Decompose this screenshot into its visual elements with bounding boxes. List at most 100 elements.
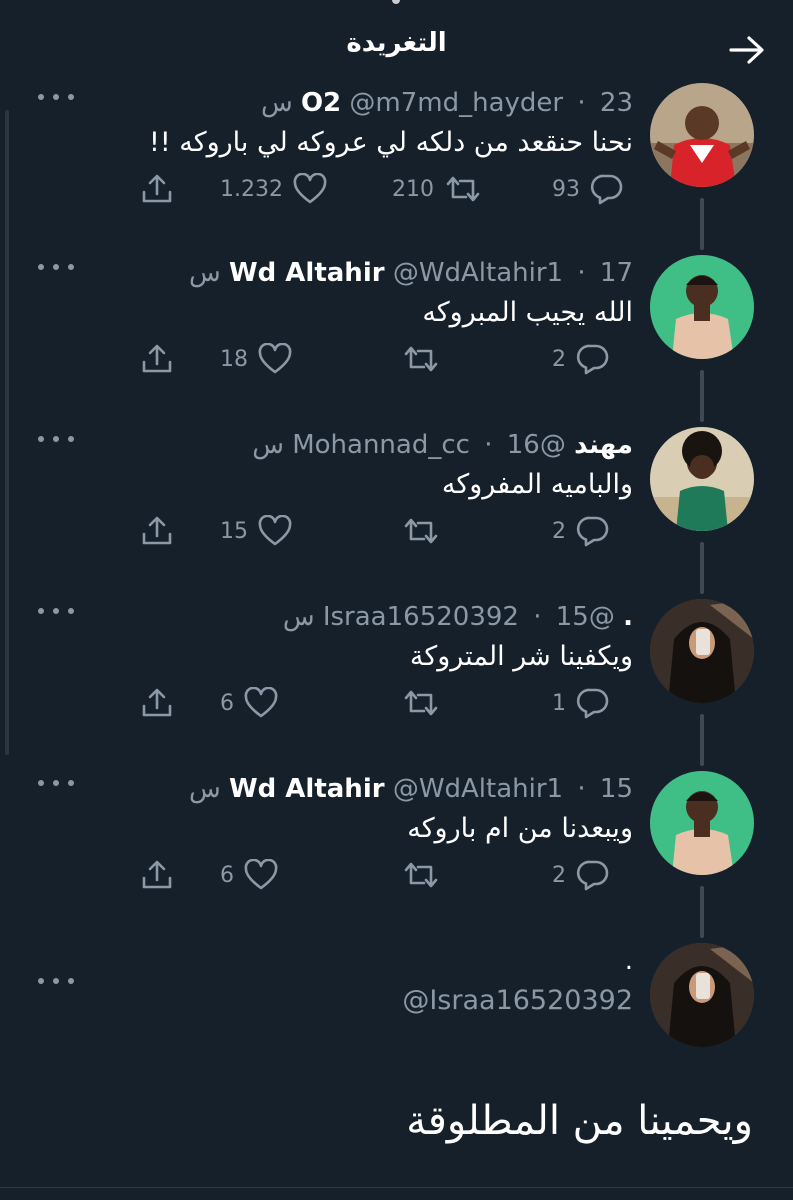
- avatar[interactable]: [650, 83, 754, 187]
- reply-count: 2: [552, 346, 566, 372]
- heart-icon: [293, 173, 327, 204]
- more-options-button[interactable]: [38, 431, 74, 447]
- more-options-button[interactable]: [38, 775, 74, 791]
- retweet-icon: [446, 176, 480, 202]
- share-icon: [142, 860, 172, 889]
- tweet-meta: مهند @Mohannad_cc · 16 س: [252, 427, 633, 463]
- action-bar: 2 6: [140, 855, 640, 895]
- reply-button[interactable]: 2: [552, 339, 610, 379]
- heart-icon: [244, 859, 278, 890]
- like-button[interactable]: 6: [220, 855, 278, 895]
- separator-dot: ·: [577, 258, 586, 288]
- more-options-button[interactable]: [38, 973, 74, 989]
- main-tweet[interactable]: . @Israa16520392: [0, 943, 793, 1115]
- reply-icon: [576, 344, 609, 375]
- tweet-meta: Wd Altahir @WdAltahir1 · 17 س: [189, 255, 633, 291]
- main-tweet-text: ويحمينا من المطلوقة: [406, 1098, 753, 1144]
- more-options-button[interactable]: [38, 89, 74, 105]
- retweet-icon: [404, 518, 438, 544]
- like-button[interactable]: 1.232: [220, 169, 327, 209]
- tweet-text: الله يجيب المبروكه: [422, 297, 633, 328]
- tweet-text: ويكفينا شر المتروكة: [409, 641, 633, 672]
- dot-icon: [38, 264, 44, 270]
- dot-icon: [53, 978, 59, 984]
- reply-tweet[interactable]: O2 @m7md_hayder · 23 س نحنا حنقعد من دلك…: [0, 83, 793, 257]
- retweet-button[interactable]: [392, 855, 440, 895]
- tweet-text: والباميه المفروكه: [441, 469, 633, 500]
- display-name[interactable]: Wd Altahir: [229, 774, 385, 804]
- handle[interactable]: @m7md_hayder: [349, 88, 563, 118]
- tweet-text: ويبعدنا من ام باروكه: [407, 813, 633, 844]
- retweet-button[interactable]: [392, 511, 440, 551]
- separator-dot: ·: [577, 88, 586, 118]
- handle[interactable]: @WdAltahir1: [393, 774, 563, 804]
- reply-tweet[interactable]: Wd Altahir @WdAltahir1 · 15 س ويبعدنا من…: [0, 771, 793, 943]
- like-count: 6: [220, 690, 234, 716]
- display-name[interactable]: .: [623, 602, 633, 632]
- like-button[interactable]: 15: [220, 511, 292, 551]
- share-icon: [142, 174, 172, 203]
- avatar[interactable]: [650, 771, 754, 875]
- reply-button[interactable]: 93: [552, 169, 624, 209]
- more-options-button[interactable]: [38, 603, 74, 619]
- display-name[interactable]: .: [625, 943, 633, 979]
- reply-count: 1: [552, 690, 566, 716]
- display-name[interactable]: مهند: [574, 430, 633, 460]
- share-button[interactable]: [140, 855, 174, 895]
- like-button[interactable]: 6: [220, 683, 278, 723]
- share-icon: [142, 344, 172, 373]
- display-name[interactable]: O2: [301, 88, 341, 118]
- avatar[interactable]: [650, 599, 754, 703]
- avatar[interactable]: [650, 943, 754, 1047]
- action-bar: 93 210 1.232: [140, 169, 640, 209]
- retweet-button[interactable]: [392, 683, 440, 723]
- back-button[interactable]: [722, 28, 772, 72]
- dot-icon: [68, 264, 74, 270]
- retweet-button[interactable]: [392, 339, 440, 379]
- reply-icon: [576, 516, 609, 547]
- tweet-meta: . @Israa16520392 · 15 س: [283, 599, 633, 635]
- retweet-button[interactable]: 210: [392, 169, 482, 209]
- reply-icon: [576, 860, 609, 891]
- dot-icon: [38, 94, 44, 100]
- dot-icon: [53, 94, 59, 100]
- like-count: 18: [220, 346, 248, 372]
- dot-icon: [53, 608, 59, 614]
- avatar[interactable]: [650, 255, 754, 359]
- reply-button[interactable]: 2: [552, 855, 610, 895]
- status-indicator: [392, 0, 400, 4]
- tweet-text: نحنا حنقعد من دلكه لي عروكه لي باروكه !!: [149, 127, 633, 158]
- separator-dot: ·: [533, 602, 542, 632]
- handle[interactable]: @WdAltahir1: [393, 258, 563, 288]
- reply-tweet[interactable]: Wd Altahir @WdAltahir1 · 17 س الله يجيب …: [0, 255, 793, 427]
- more-options-button[interactable]: [38, 259, 74, 275]
- like-button[interactable]: 18: [220, 339, 292, 379]
- handle[interactable]: @Israa16520392: [402, 983, 633, 1019]
- dot-icon: [53, 780, 59, 786]
- share-button[interactable]: [140, 511, 174, 551]
- page-title: التغريدة: [346, 28, 447, 58]
- reply-count: 93: [552, 176, 580, 202]
- tweet-meta: Wd Altahir @WdAltahir1 · 15 س: [189, 771, 633, 807]
- avatar[interactable]: [650, 427, 754, 531]
- separator-dot: ·: [484, 430, 493, 460]
- top-bar: التغريدة: [0, 0, 793, 92]
- retweet-icon: [404, 346, 438, 372]
- share-button[interactable]: [140, 683, 174, 723]
- reply-icon: [590, 174, 623, 205]
- arrow-right-icon: [729, 36, 764, 64]
- reply-tweet[interactable]: . @Israa16520392 · 15 س ويكفينا شر المتر…: [0, 599, 793, 771]
- reply-button[interactable]: 2: [552, 511, 610, 551]
- separator-dot: ·: [577, 774, 586, 804]
- tweet-thread-page: التغريدة O2 @m7md_hayder · 23 س نحنا حنق…: [0, 0, 793, 1200]
- dot-icon: [53, 436, 59, 442]
- reply-button[interactable]: 1: [552, 683, 610, 723]
- dot-icon: [38, 978, 44, 984]
- share-button[interactable]: [140, 339, 174, 379]
- reply-tweet[interactable]: مهند @Mohannad_cc · 16 س والباميه المفرو…: [0, 427, 793, 599]
- share-icon: [142, 516, 172, 545]
- display-name[interactable]: Wd Altahir: [229, 258, 385, 288]
- share-button[interactable]: [140, 169, 174, 209]
- dot-icon: [68, 608, 74, 614]
- retweet-count: 210: [392, 176, 434, 202]
